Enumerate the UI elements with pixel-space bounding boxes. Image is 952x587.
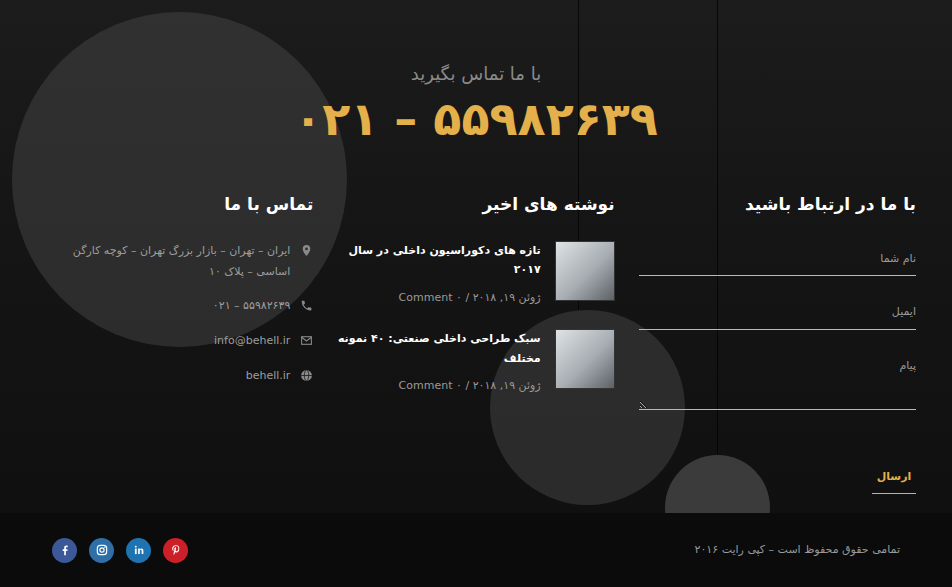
recent-posts-title: نوشته های اخیر [337,193,614,217]
globe-icon [300,369,313,382]
facebook-icon[interactable] [52,538,77,563]
banner-phone-box: ۰۲۱ – ۵۵۹۸۲۶۳۹ [0,91,952,149]
form-field [639,241,916,277]
contact-info: تماس با ما ایران – تهران – بازار بزرگ تهر… [24,193,325,494]
contact-item: info@behell.ir [36,331,313,352]
copyright: تمامی حقوق محفوظ است – کپی رایت ۲۰۱۶ [695,542,900,559]
post-meta: ژوئن ۱۹, ۲۰۱۸ / ۰ Comment [337,378,540,395]
post-thumbnail[interactable] [555,329,615,389]
contact-text-box: info@behell.ir [214,331,290,352]
instagram-icon[interactable] [89,538,114,563]
phone-icon [300,299,313,312]
contact-text[interactable]: behell.ir [246,369,291,382]
linkedin-icon[interactable] [126,538,151,563]
banner-phone[interactable]: ۰۲۱ – ۵۵۹۸۲۶۳۹ [294,91,658,149]
lamp-circle [665,455,770,513]
recent-posts: نوشته های اخیر تازه های دکوراسیون داخلی د… [325,193,626,494]
contact-item: behell.ir [36,366,313,387]
post-body: سبک طراحی داخلی صنعتی: ۴۰ نمونه مختلف ژوئ… [337,329,540,395]
pinterest-icon[interactable] [163,538,188,563]
envelope-icon [300,334,313,347]
contact-item: ایران – تهران – بازار بزرگ تهران – کوچه … [36,241,313,283]
contact-text: ایران – تهران – بازار بزرگ تهران – کوچه … [73,244,290,278]
post-title[interactable]: تازه های دکوراسیون داخلی در سال ۲۰۱۷ [337,241,540,281]
form-field [639,294,916,330]
post-item[interactable]: تازه های دکوراسیون داخلی در سال ۲۰۱۷ ژوئن… [337,241,614,307]
banner-title: با ما تماس بگیرید [0,62,952,85]
lamp-circle [12,12,347,347]
message-field[interactable] [639,348,916,410]
background-photo: با ما تماس بگیرید۰۲۱ – ۵۵۹۸۲۶۳۹با ما در … [0,0,952,513]
post-item[interactable]: سبک طراحی داخلی صنعتی: ۴۰ نمونه مختلف ژوئ… [337,329,614,395]
post-meta: ژوئن ۱۹, ۲۰۱۸ / ۰ Comment [337,290,540,307]
contact-form: با ما در ارتباط باشید ارسال [627,193,928,494]
columns: با ما در ارتباط باشید ارسال نوشته های اخیر… [36,193,916,494]
footer: تمامی حقوق محفوظ است – کپی رایت ۲۰۱۶ [0,513,952,587]
send-button[interactable]: ارسال [872,463,916,495]
text-field[interactable] [639,241,916,277]
contact-text-box: behell.ir [246,366,291,387]
post-body: تازه های دکوراسیون داخلی در سال ۲۰۱۷ ژوئن… [337,241,540,307]
contact-text-box: ۰۲۱ – ۵۵۹۸۲۶۳۹ [213,296,290,317]
contact-text-box: ایران – تهران – بازار بزرگ تهران – کوچه … [36,241,290,283]
columns-row: با ما در ارتباط باشید ارسال نوشته های اخیر… [24,193,928,494]
post-title[interactable]: سبک طراحی داخلی صنعتی: ۴۰ نمونه مختلف [337,329,540,369]
contact-info-title: تماس با ما [36,193,313,217]
location-pin-icon [300,244,313,257]
contact-text[interactable]: info@behell.ir [214,334,290,347]
form-title: با ما در ارتباط باشید [639,193,916,217]
contact-section: با ما تماس بگیرید۰۲۱ – ۵۵۹۸۲۶۳۹با ما در … [0,0,952,494]
contact-text[interactable]: ۰۲۱ – ۵۵۹۸۲۶۳۹ [213,299,290,312]
post-thumbnail[interactable] [555,241,615,301]
text-field[interactable] [639,294,916,330]
social-links [52,538,188,563]
contact-item: ۰۲۱ – ۵۵۹۸۲۶۳۹ [36,296,313,317]
form-field [639,348,916,417]
